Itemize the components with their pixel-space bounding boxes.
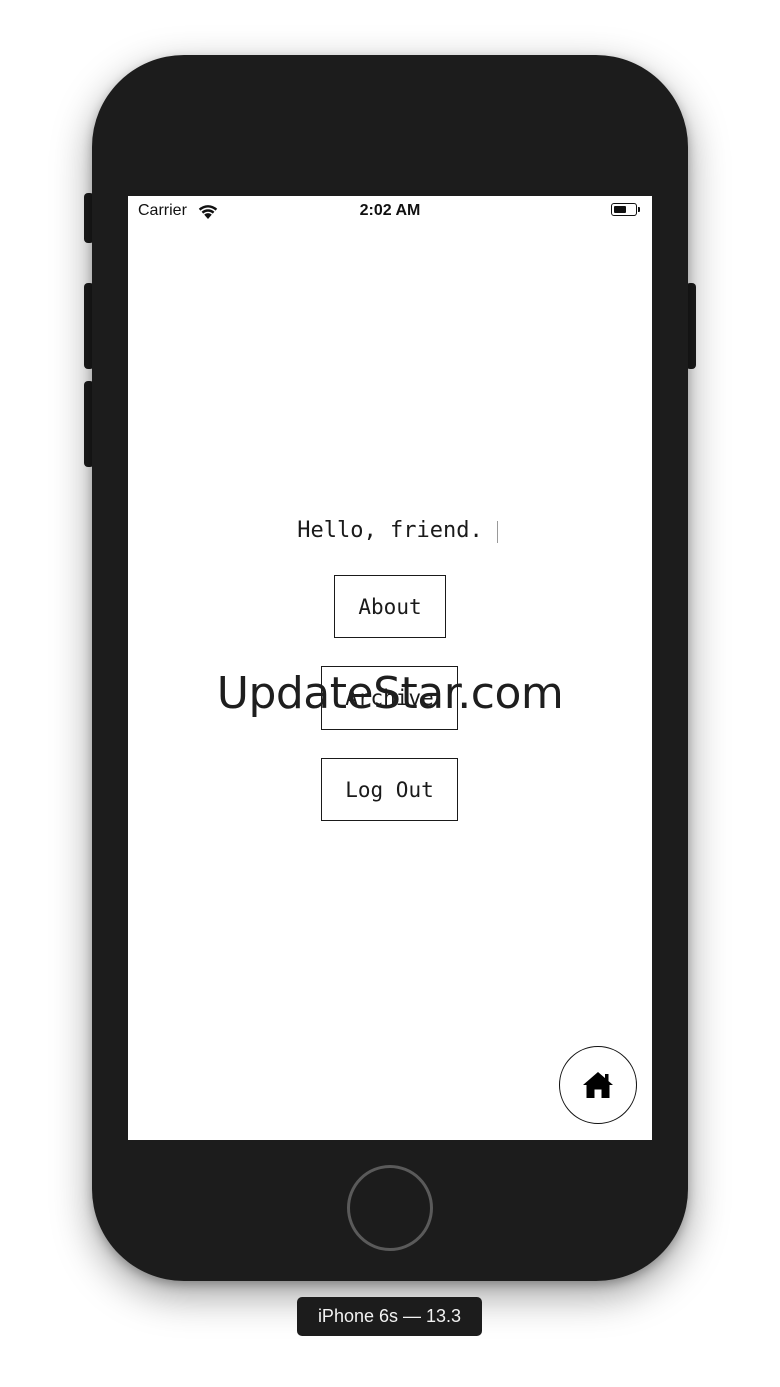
simulator-stage: Carrier 2:02 AM Hello, friend. About Arc… xyxy=(0,0,780,1387)
status-bar: Carrier 2:02 AM xyxy=(128,196,652,226)
text-cursor xyxy=(497,521,498,543)
home-icon xyxy=(583,1072,613,1098)
log-out-button[interactable]: Log Out xyxy=(321,758,458,821)
device-home-button[interactable] xyxy=(347,1165,433,1251)
archive-button[interactable]: Archive xyxy=(321,666,458,730)
greeting-text: Hello, friend. xyxy=(297,518,483,543)
status-time: 2:02 AM xyxy=(359,202,421,219)
battery-tip xyxy=(638,207,640,212)
about-button[interactable]: About xyxy=(334,575,446,638)
battery-level-fill xyxy=(613,205,626,213)
battery-icon xyxy=(611,203,637,216)
simulator-device-label: iPhone 6s — 13.3 xyxy=(297,1297,482,1336)
home-fab-button[interactable] xyxy=(559,1046,637,1124)
app-screen: Carrier 2:02 AM Hello, friend. About Arc… xyxy=(128,196,652,1140)
